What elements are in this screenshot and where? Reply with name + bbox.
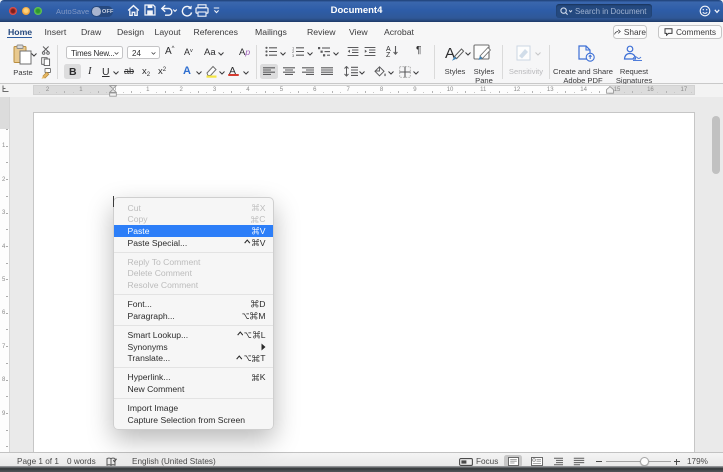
svg-text:Z: Z [386, 52, 391, 57]
svg-text:3: 3 [292, 53, 295, 57]
